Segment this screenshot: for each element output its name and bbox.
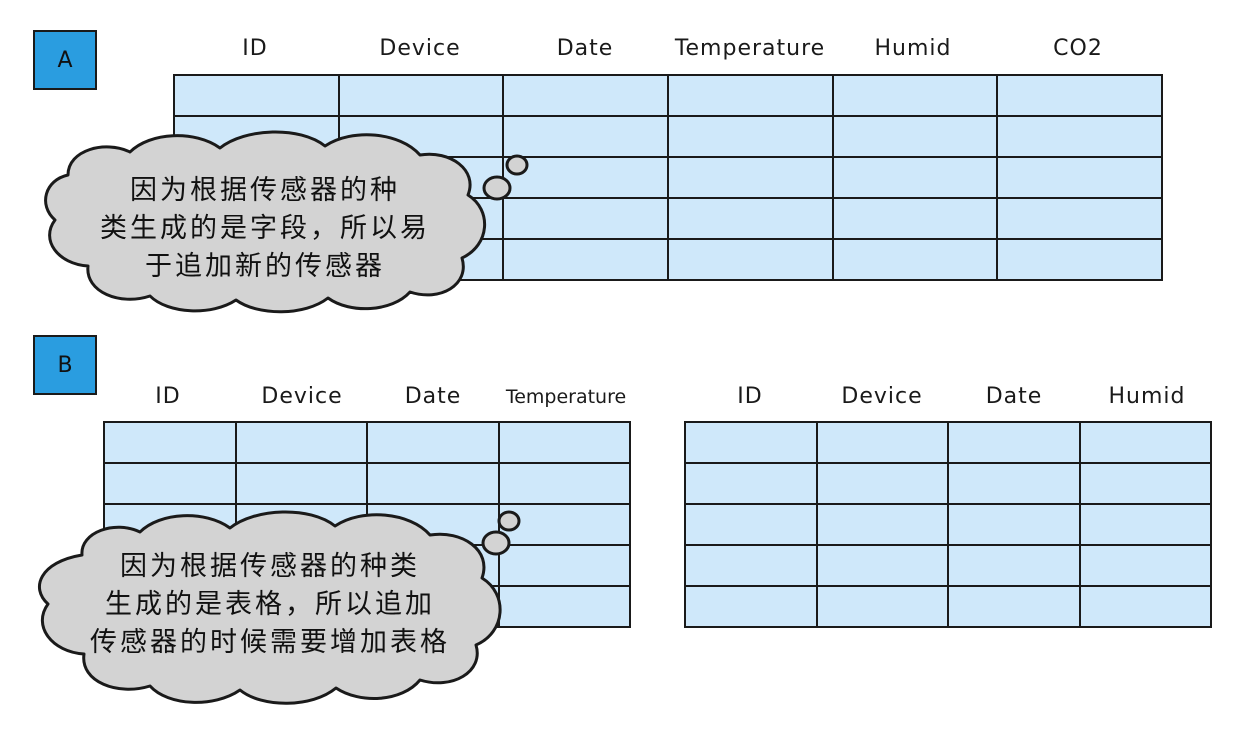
cloud-b-line-3: 传感器的时候需要增加表格 [90,627,450,658]
cloud-a-line-1: 因为根据传感器的种 [130,175,400,206]
cloud-a-line-3: 于追加新的传感器 [145,251,385,282]
cloud-a-bubble-small [505,154,529,176]
cloud-b-text: 因为根据传感器的种类 生成的是表格，所以追加 传感器的时候需要增加表格 [60,548,480,662]
cloud-a-text: 因为根据传感器的种 类生成的是字段，所以易 于追加新的传感器 [70,172,460,286]
cloud-b-line-1: 因为根据传感器的种类 [120,551,420,582]
cloud-b-bubble-large [481,530,511,556]
cloud-a-bubble-large [482,175,512,201]
cloud-b-bubble-small [497,510,521,532]
cloud-a-line-2: 类生成的是字段，所以易 [100,213,430,244]
cloud-b-line-2: 生成的是表格，所以追加 [105,589,435,620]
